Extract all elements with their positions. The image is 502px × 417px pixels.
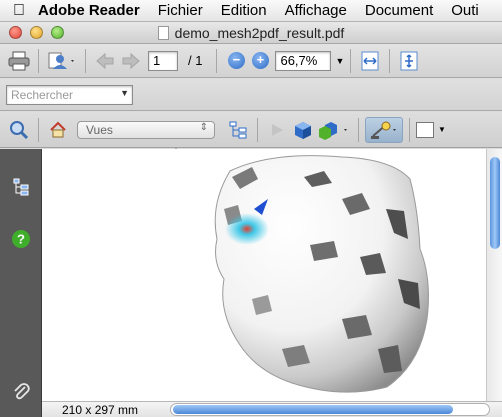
svg-text:?: ? bbox=[17, 232, 25, 247]
apple-menu-icon[interactable]:  bbox=[0, 2, 38, 20]
attachments-button[interactable] bbox=[11, 381, 31, 401]
updown-arrows-icon: ⇕ bbox=[199, 121, 208, 133]
menu-affichage[interactable]: Affichage bbox=[285, 2, 347, 19]
menu-outils[interactable]: Outi bbox=[451, 2, 479, 19]
page-number-input[interactable]: 1 bbox=[148, 50, 178, 71]
arrow-right-icon bbox=[122, 52, 140, 69]
model-tree-icon bbox=[13, 178, 29, 196]
help-icon: ? bbox=[12, 230, 30, 248]
main-toolbar: 1 / 1 − + 66,7% ▼ bbox=[0, 44, 502, 78]
horizontal-scroll-thumb[interactable] bbox=[173, 405, 453, 414]
toolbar-3d: Vues ⇕ ▼ bbox=[0, 112, 502, 148]
zoom-dropdown-icon[interactable]: ▼ bbox=[335, 56, 344, 66]
search-toolbar: Rechercher ▼ bbox=[0, 79, 502, 111]
minimize-window-button[interactable] bbox=[30, 26, 43, 39]
color-dropdown-icon[interactable]: ▼ bbox=[438, 125, 446, 134]
help-button[interactable]: ? bbox=[11, 229, 31, 249]
plus-icon: + bbox=[251, 52, 269, 69]
views-dropdown[interactable]: Vues ⇕ bbox=[77, 120, 215, 139]
model-tree-button[interactable] bbox=[225, 118, 251, 142]
lighting-button[interactable] bbox=[365, 116, 403, 143]
print-button[interactable] bbox=[6, 49, 32, 73]
background-color-button[interactable] bbox=[416, 121, 434, 138]
printer-icon bbox=[8, 51, 30, 70]
full-screen-button[interactable] bbox=[396, 49, 422, 73]
menu-document[interactable]: Document bbox=[365, 2, 433, 19]
fit-page-width-icon bbox=[361, 51, 379, 70]
close-window-button[interactable] bbox=[9, 26, 22, 39]
search-input[interactable]: Rechercher ▼ bbox=[6, 85, 133, 105]
home-icon bbox=[50, 121, 66, 137]
horizontal-scrollbar[interactable] bbox=[170, 403, 490, 416]
play-icon bbox=[272, 123, 283, 136]
zoom-window-button[interactable] bbox=[51, 26, 64, 39]
document-view[interactable] bbox=[42, 149, 486, 401]
menu-fichier[interactable]: Fichier bbox=[158, 2, 203, 19]
user-share-icon bbox=[48, 52, 74, 69]
previous-page-button[interactable] bbox=[92, 49, 118, 73]
zoom-out-button[interactable]: − bbox=[223, 49, 249, 73]
3d-mesh-model[interactable] bbox=[42, 149, 486, 401]
minus-icon: − bbox=[227, 52, 245, 69]
magnifier-rotate-icon bbox=[10, 120, 29, 139]
menu-edition[interactable]: Edition bbox=[221, 2, 267, 19]
page-total-label: / 1 bbox=[188, 53, 203, 68]
window-titlebar: demo_mesh2pdf_result.pdf bbox=[0, 22, 502, 44]
page-dimensions: 210 x 297 mm bbox=[62, 403, 139, 417]
model-tree-panel-button[interactable] bbox=[11, 177, 31, 197]
zoom-level-input[interactable]: 66,7% bbox=[275, 50, 332, 71]
projection-button[interactable] bbox=[290, 118, 316, 142]
vertical-scroll-thumb[interactable] bbox=[490, 157, 500, 249]
next-page-button[interactable] bbox=[118, 49, 144, 73]
menu-bar:  Adobe Reader Fichier Edition Affichage… bbox=[0, 0, 502, 22]
default-view-button[interactable] bbox=[45, 118, 71, 142]
lamp-icon bbox=[371, 121, 396, 139]
search-placeholder: Rechercher bbox=[11, 88, 74, 102]
vertical-scrollbar[interactable] bbox=[486, 149, 502, 401]
render-mode-button[interactable] bbox=[316, 118, 352, 142]
views-label: Vues bbox=[86, 122, 113, 137]
chevron-down-icon[interactable]: ▼ bbox=[120, 88, 129, 98]
fit-width-button[interactable] bbox=[357, 49, 383, 73]
paperclip-icon bbox=[14, 383, 30, 400]
share-button[interactable] bbox=[45, 49, 79, 73]
render-mode-icon bbox=[319, 121, 347, 140]
zoom-in-button[interactable]: + bbox=[249, 49, 271, 73]
play-animation-button[interactable] bbox=[264, 118, 290, 142]
cube-icon bbox=[295, 121, 311, 139]
pdf-document-icon bbox=[157, 25, 169, 40]
rotate-tool-button[interactable] bbox=[6, 118, 32, 142]
window-title: demo_mesh2pdf_result.pdf bbox=[174, 24, 345, 41]
status-bar: 210 x 297 mm bbox=[42, 401, 502, 417]
model-tree-icon bbox=[229, 121, 247, 138]
arrow-left-icon bbox=[96, 52, 114, 69]
navigation-panel: ? bbox=[0, 149, 42, 417]
menu-app-name[interactable]: Adobe Reader bbox=[38, 2, 140, 19]
fit-page-icon bbox=[400, 51, 418, 70]
